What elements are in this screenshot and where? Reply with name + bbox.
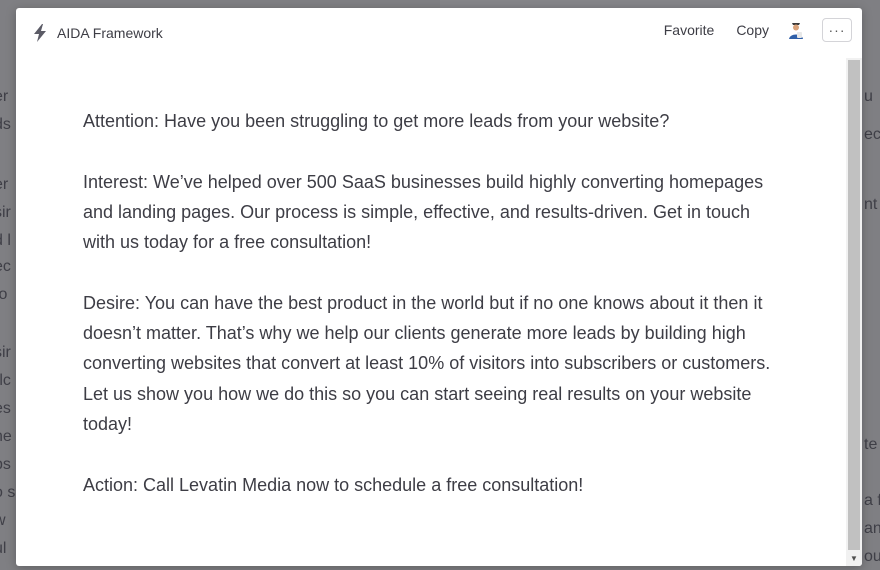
modal-content: Attention: Have you been struggling to g… [16,58,846,566]
background-text-fragment: u [864,88,873,105]
background-text-fragment: es [0,400,11,417]
paragraph-attention: Attention: Have you been struggling to g… [83,111,670,131]
copy-button[interactable]: Copy [736,22,769,38]
background-text-fragment: ds [0,116,11,133]
background-text-fragment: w [0,512,6,530]
generated-copy: Attention: Have you been struggling to g… [83,106,773,530]
background-text-fragment: er [0,176,9,193]
background-text-fragment: d l [0,232,11,249]
background-text-fragment: to [0,286,8,303]
paragraph-interest: Interest: We’ve helped over 500 SaaS bus… [83,171,764,253]
scroll-down-arrow-icon[interactable]: ▼ [846,552,862,564]
background-text-fragment: er [0,88,9,105]
background-text-fragment: ul [0,540,7,557]
lightning-bolt-icon [32,24,48,42]
vertical-scrollbar[interactable]: ▼ [846,58,862,566]
favorite-button[interactable]: Favorite [664,22,715,38]
scrollbar-thumb[interactable] [848,60,860,550]
header-actions: Favorite Copy ··· [664,18,852,42]
modal-title-group: AIDA Framework [32,24,163,42]
background-text-fragment: a f [864,492,880,509]
paragraph-desire: Desire: You can have the best product in… [83,292,771,434]
modal-title: AIDA Framework [57,25,163,41]
user-avatar-icon[interactable] [785,19,807,41]
background-text-fragment: o s [0,484,16,501]
background-text-fragment: rlc [0,372,11,389]
background-text-fragment: bs [0,456,11,473]
paragraph-action: Action: Call Levatin Media now to schedu… [83,474,584,495]
background-text-fragment: ou [864,548,880,565]
background-text-fragment: an [864,520,880,537]
aida-framework-modal: AIDA Framework Favorite Copy ··· Attenti… [16,8,862,566]
background-text-fragment: te [864,436,878,453]
background-text-fragment: sir [0,344,11,361]
background-text-fragment: sir [0,204,11,221]
background-text-fragment: ec [0,258,11,275]
more-options-button[interactable]: ··· [822,18,852,42]
background-text-fragment: ec [864,126,880,143]
modal-header: AIDA Framework Favorite Copy ··· [16,8,862,58]
background-text-fragment: nt [864,196,878,213]
background-text-fragment: ne [0,428,12,445]
